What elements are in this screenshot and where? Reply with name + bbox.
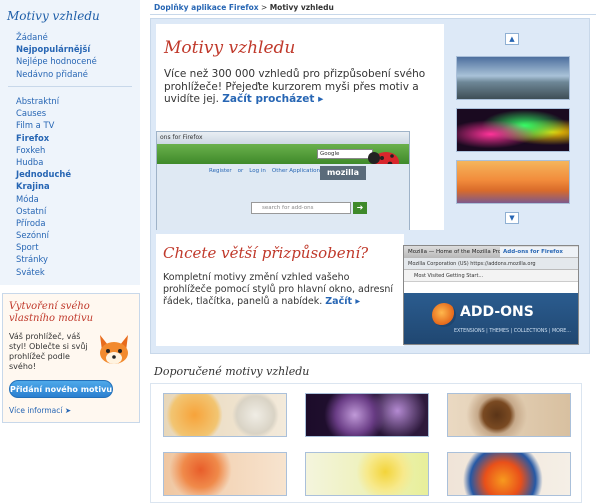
breadcrumb-link-firefox-addons[interactable]: Doplňky aplikace Firefox xyxy=(154,3,259,12)
scroll-up-button[interactable]: ▲ xyxy=(505,33,519,45)
breadcrumb-divider xyxy=(150,14,596,15)
theme-thumbnail-balloons[interactable] xyxy=(456,160,570,204)
scroll-down-button[interactable]: ▼ xyxy=(505,212,519,224)
sidebar-category-item-13[interactable]: Stránky xyxy=(16,253,71,265)
sidebar-category-item-10[interactable]: Příroda xyxy=(16,217,71,229)
sidebar-category-item-12[interactable]: Sport xyxy=(16,241,71,253)
breadcrumb-separator: > xyxy=(258,3,270,12)
more-info-link[interactable]: Více informací ➤ xyxy=(9,406,71,415)
customize-title: Chcete větší přizpůsobení? xyxy=(163,244,369,262)
preview-or-text: or xyxy=(237,168,244,174)
sidebar-category-item-1[interactable]: Causes xyxy=(16,107,71,119)
theme-thumbnail-abstract[interactable] xyxy=(456,108,570,152)
sidebar-category-item-7[interactable]: Krajina xyxy=(16,180,71,192)
sidebar-category-item-0[interactable]: Abstraktní xyxy=(16,95,71,107)
fox-mascot-icon xyxy=(100,335,128,364)
recommended-theme-starfish[interactable] xyxy=(163,393,287,437)
start-link[interactable]: Začít ▸ xyxy=(325,296,360,307)
breadcrumb-current: Motivy vzhledu xyxy=(269,3,334,12)
add-theme-button[interactable]: Přidání nového motivu xyxy=(9,380,113,398)
addons-window-tab: Add-ons for Firefox xyxy=(500,247,578,257)
sidebar-divider xyxy=(8,86,132,87)
addons-window-bookmarks: Most Visited Getting Start... xyxy=(404,270,578,282)
recommended-grid xyxy=(150,383,582,503)
breadcrumb: Doplňky aplikace Firefox > Motivy vzhled… xyxy=(154,3,334,12)
featured-panel: Motivy vzhledu Více než 300 000 vzhledů … xyxy=(150,18,590,354)
sidebar-category-item-8[interactable]: Móda xyxy=(16,193,71,205)
sidebar-category-item-3[interactable]: Firefox xyxy=(16,132,71,144)
addons-nav: EXTENSIONS | THEMES | COLLECTIONS | MORE… xyxy=(454,329,571,334)
sidebar-category-item-5[interactable]: Hudba xyxy=(16,156,71,168)
create-theme-box: Vytvoření svého vlastního motivu Váš pro… xyxy=(2,293,140,423)
preview-register-link: Register xyxy=(209,168,232,174)
create-theme-title: Vytvoření svého vlastního motivu xyxy=(9,301,94,324)
firefox-logo-icon xyxy=(432,303,456,327)
preview-go-icon: ➜ xyxy=(353,202,367,214)
recommended-theme-purple-flower[interactable] xyxy=(305,393,429,437)
preview-links: Register or Log in Other Applications ▾ xyxy=(209,168,333,174)
featured-title: Motivy vzhledu xyxy=(164,38,296,58)
featured-text: Více než 300 000 vzhledů pro přizpůsoben… xyxy=(164,68,434,106)
sidebar-category-item-11[interactable]: Sezónní xyxy=(16,229,71,241)
recommended-title: Doporučené motivy vzhledu xyxy=(154,365,310,378)
sidebar-categories: Motivy vzhledu Žádané Nejpopulárnější Nejl… xyxy=(0,0,140,285)
addons-brand: ADD-ONS xyxy=(460,304,534,320)
addons-window-content: ADD-ONS EXTENSIONS | THEMES | COLLECTION… xyxy=(404,293,578,344)
recommended-theme-coffee-heart[interactable] xyxy=(447,393,571,437)
mozilla-logo: mozilla xyxy=(320,166,366,180)
preview-toolbar: Google xyxy=(157,144,409,172)
recommended-theme-firefox[interactable] xyxy=(447,452,571,496)
customize-section: Chcete větší přizpůsobení? Kompletní mot… xyxy=(156,234,404,346)
sidebar-category-item-14[interactable]: Svátek xyxy=(16,266,71,278)
sort-list: Žádané Nejpopulárnější Nejlépe hodnocené Ne… xyxy=(16,31,97,80)
sidebar-category-item-4[interactable]: Foxkeh xyxy=(16,144,71,156)
sidebar-category-item-9[interactable]: Ostatní xyxy=(16,205,71,217)
sidebar-sort-item-2[interactable]: Nejlépe hodnocené xyxy=(16,55,97,67)
browser-preview: ons for Firefox Google Register or Log in O… xyxy=(156,131,410,230)
category-list: Abstraktní Causes Film a TV Firefox Foxkeh Hu… xyxy=(16,95,71,278)
sidebar-sort-item-1[interactable]: Nejpopulárnější xyxy=(16,43,97,55)
sidebar-category-item-6[interactable]: Jednoduché xyxy=(16,168,71,180)
recommended-theme-autumn[interactable] xyxy=(163,452,287,496)
sidebar-category-item-2[interactable]: Film a TV xyxy=(16,119,71,131)
sidebar-sort-item-3[interactable]: Nedávno přidané xyxy=(16,68,97,80)
sidebar-title: Motivy vzhledu xyxy=(7,9,100,23)
preview-addons-search: search for add-ons xyxy=(251,202,351,214)
theme-thumbnail-landscape[interactable] xyxy=(456,56,570,100)
sidebar: Motivy vzhledu Žádané Nejpopulárnější Nejl… xyxy=(0,0,140,503)
featured-themes-section: Motivy vzhledu Více než 300 000 vzhledů … xyxy=(156,24,444,230)
preview-titlebar: ons for Firefox xyxy=(157,132,409,144)
sidebar-sort-item-0[interactable]: Žádané xyxy=(16,31,97,43)
addons-window-preview: Mozilla — Home of the Mozilla Proj... Ad… xyxy=(403,245,579,345)
create-theme-text: Váš prohlížeč, váš styl! Oblečte si svůj… xyxy=(9,332,88,371)
recommended-theme-dandelion[interactable] xyxy=(305,452,429,496)
preview-login-link: Log in xyxy=(249,168,266,174)
addons-window-url: Mozilla Corporation (US) https://addons.… xyxy=(404,258,578,270)
preview-content: Register or Log in Other Applications ▾ moz… xyxy=(157,164,409,230)
customize-text: Kompletní motivy změní vzhled vašeho pro… xyxy=(163,272,398,309)
start-browsing-link[interactable]: Začít procházet ▸ xyxy=(222,93,323,105)
